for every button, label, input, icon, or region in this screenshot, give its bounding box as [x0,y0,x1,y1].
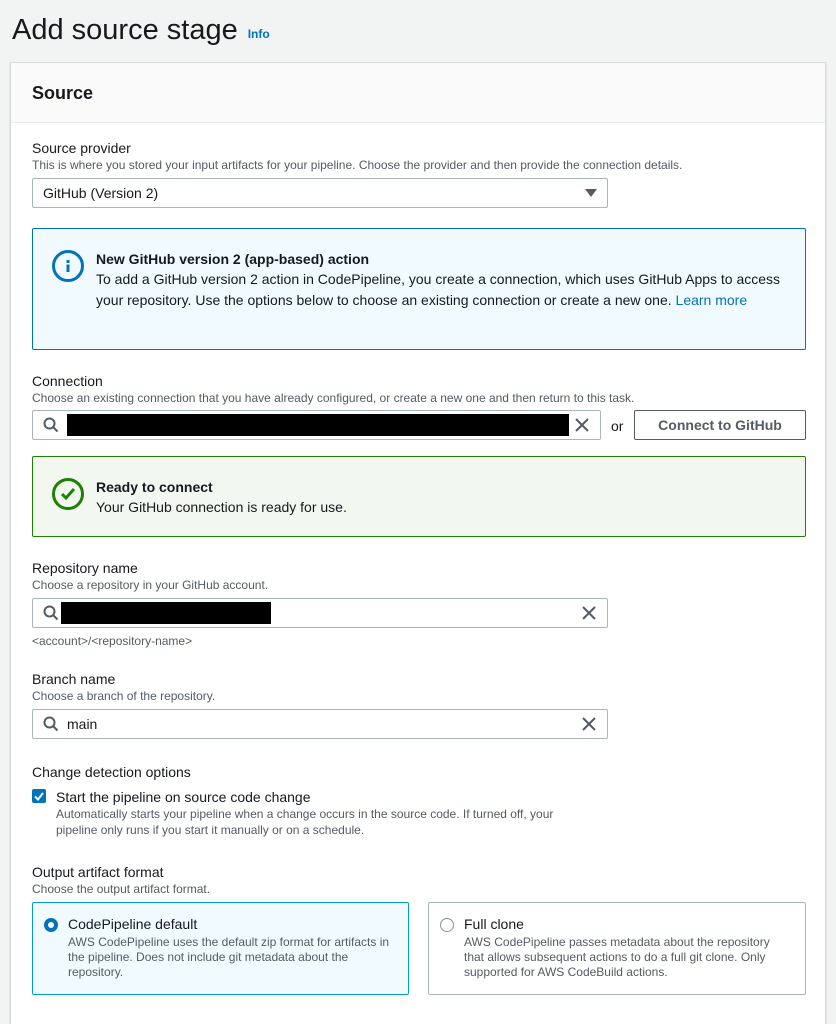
success-alert-title: Ready to connect [96,479,213,495]
clear-icon[interactable] [581,605,597,621]
clear-icon[interactable] [574,417,590,433]
info-icon [52,250,84,282]
option-description: AWS CodePipeline passes metadata about t… [464,935,770,979]
option-title: Full clone [464,916,524,932]
start-on-change-label[interactable]: Start the pipeline on source code change [56,788,311,806]
repository-search-input[interactable] [32,598,608,628]
connection-search-input[interactable] [32,410,601,440]
panel-title: Source [32,83,94,103]
source-provider-label: Source provider [32,140,131,156]
connect-to-github-button[interactable]: Connect to GitHub [634,410,806,440]
info-alert: New GitHub version 2 (app-based) action … [32,228,806,350]
branch-search-input[interactable]: main [32,709,608,739]
option-description: AWS CodePipeline uses the default zip fo… [68,935,390,979]
codepipeline-default-option[interactable]: CodePipeline default AWS CodePipeline us… [32,902,409,995]
page-title: Add source stage [12,14,238,46]
learn-more-link[interactable]: Learn more [676,292,748,308]
source-panel: Source Source provider This is where you… [10,62,826,1024]
source-provider-value: GitHub (Version 2) [43,185,159,201]
source-provider-select[interactable]: GitHub (Version 2) [32,178,608,208]
clear-icon[interactable] [581,716,597,732]
repository-hint: <account>/<repository-name> [32,634,193,648]
connection-description: Choose an existing connection that you h… [32,391,635,405]
success-alert-body: Your GitHub connection is ready for use. [96,499,347,515]
repository-description: Choose a repository in your GitHub accou… [32,578,269,592]
branch-value: main [67,716,98,732]
output-format-description: Choose the output artifact format. [32,882,211,896]
radio-selected[interactable] [44,918,58,932]
info-alert-body: To add a GitHub version 2 action in Code… [96,269,785,311]
change-detection-label: Change detection options [32,764,191,780]
info-alert-title: New GitHub version 2 (app-based) action [96,251,370,267]
info-link[interactable]: Info [248,27,270,41]
page-header: Add source stage Info [12,8,270,48]
source-provider-description: This is where you stored your input arti… [32,158,683,172]
repository-value-redacted [61,602,271,624]
full-clone-option[interactable]: Full clone AWS CodePipeline passes metad… [428,902,806,995]
output-format-label: Output artifact format [32,864,164,880]
search-icon [43,417,59,433]
option-title: CodePipeline default [68,916,198,932]
caret-down-icon [585,189,597,197]
repository-label: Repository name [32,560,138,576]
or-text: or [611,418,624,434]
connection-value-redacted [67,414,569,436]
panel-header: Source [11,63,825,123]
search-icon [43,716,59,732]
success-check-icon [52,478,84,510]
branch-label: Branch name [32,671,116,687]
checkmark-icon [34,791,44,801]
branch-description: Choose a branch of the repository. [32,689,216,703]
search-icon [43,605,59,621]
connection-label: Connection [32,373,103,389]
success-alert: Ready to connect Your GitHub connection … [32,456,806,537]
start-on-change-description: Automatically starts your pipeline when … [56,807,554,837]
radio-unselected[interactable] [440,918,454,932]
start-on-change-checkbox[interactable] [32,789,46,803]
